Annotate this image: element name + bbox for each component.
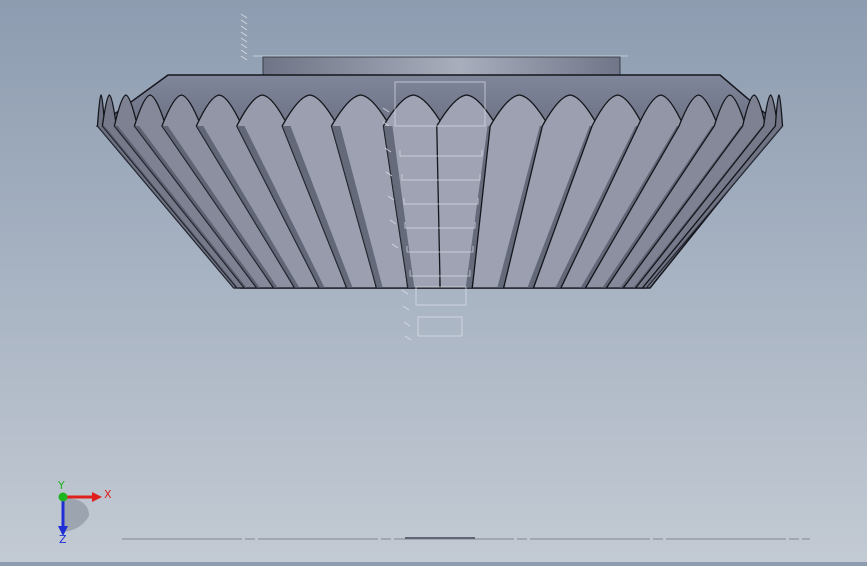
ground-line [122, 537, 810, 540]
annotation-box-mid [415, 286, 467, 306]
gear-teeth-group [96, 94, 784, 289]
hatch-marks-left [240, 13, 248, 61]
axis-triad[interactable]: X Y Z [57, 479, 112, 546]
z-axis-label: Z [59, 533, 67, 546]
gear-hub [262, 56, 621, 78]
bevel-gear-model[interactable] [95, 56, 784, 289]
annotation-box-low [417, 316, 463, 337]
x-axis-arrow [92, 492, 102, 502]
y-axis-label: Y [57, 479, 65, 492]
x-axis-label: X [104, 488, 112, 501]
cad-viewport[interactable]: X Y Z [0, 0, 867, 562]
y-axis-dot [58, 492, 68, 502]
